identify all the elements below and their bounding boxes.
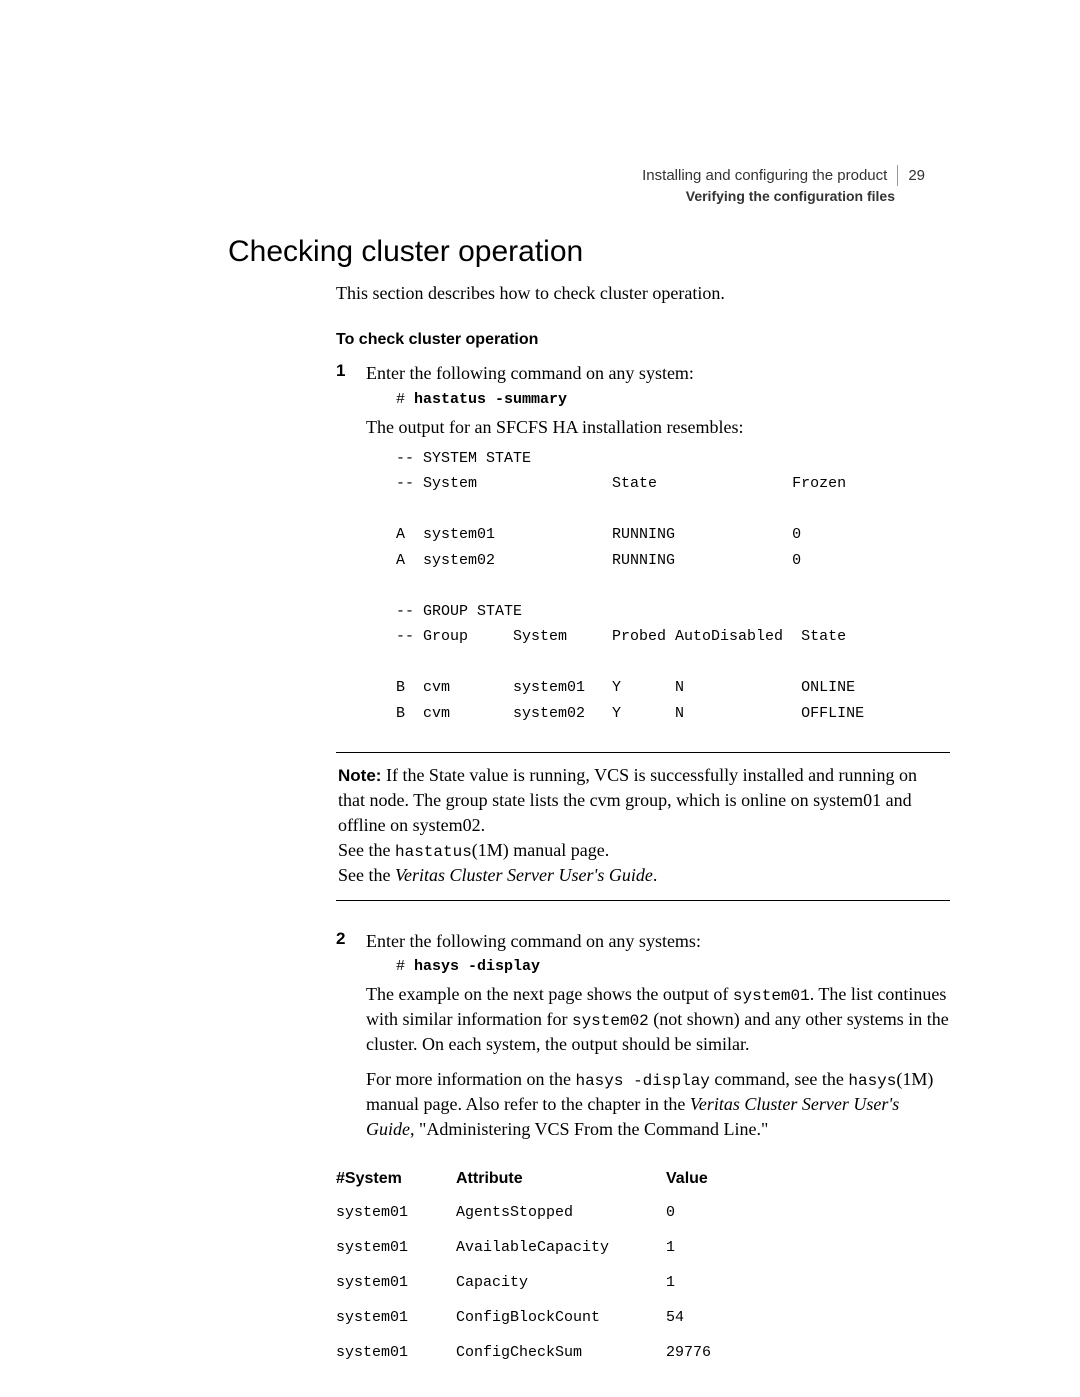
- step-body: Enter the following command on any syste…: [366, 929, 950, 1142]
- prompt: #: [396, 391, 414, 408]
- step-2-para-1: The example on the next page shows the o…: [366, 982, 950, 1057]
- table-row: system01 AgentsStopped 0: [336, 1204, 766, 1239]
- see-line-2: See the Veritas Cluster Server User's Gu…: [338, 863, 948, 888]
- step-1-text: Enter the following command on any syste…: [366, 363, 694, 383]
- step-2-text: Enter the following command on any syste…: [366, 931, 701, 951]
- step-2-para-2: For more information on the hasys -displ…: [366, 1067, 950, 1142]
- command-line: # hasys -display: [396, 957, 950, 978]
- chapter-title: Installing and configuring the product: [642, 165, 898, 186]
- heading: Checking cluster operation: [228, 235, 950, 269]
- intro-paragraph: This section describes how to check clus…: [228, 281, 950, 305]
- col-value: Value: [666, 1170, 766, 1204]
- running-header: Installing and configuring the product29…: [642, 165, 925, 207]
- col-attribute: Attribute: [456, 1170, 666, 1204]
- note-label: Note:: [338, 766, 381, 785]
- command-text: hastatus -summary: [414, 391, 567, 408]
- header-line-1: Installing and configuring the product29: [642, 165, 925, 186]
- content-body: Checking cluster operation This section …: [228, 165, 950, 1379]
- table-row: system01 AvailableCapacity 1: [336, 1239, 766, 1274]
- cmd-name: hastatus: [395, 843, 472, 861]
- step-number: 1: [336, 361, 366, 726]
- step-number: 2: [336, 929, 366, 1142]
- step-2: 2 Enter the following command on any sys…: [228, 929, 950, 1142]
- note-body: Note: If the State value is running, VCS…: [338, 763, 948, 837]
- step-body: Enter the following command on any syste…: [366, 361, 950, 726]
- command-output: -- SYSTEM STATE -- System State Frozen A…: [396, 446, 950, 727]
- col-system: #System: [336, 1170, 456, 1204]
- table-row: system01 ConfigCheckSum 29776: [336, 1344, 766, 1379]
- note-text: If the State value is running, VCS is su…: [338, 765, 917, 835]
- book-title: Veritas Cluster Server User's Guide: [395, 865, 653, 885]
- prompt: #: [396, 958, 414, 975]
- table-row: system01 ConfigBlockCount 54: [336, 1309, 766, 1344]
- attributes-table: #System Attribute Value system01 AgentsS…: [336, 1170, 766, 1379]
- page: Installing and configuring the product29…: [0, 0, 1080, 1397]
- see-line-1: See the hastatus(1M) manual page.: [338, 838, 948, 863]
- note-box: Note: If the State value is running, VCS…: [336, 752, 950, 900]
- command-text: hasys -display: [414, 958, 540, 975]
- command-line: # hastatus -summary: [396, 390, 950, 411]
- table-row: system01 Capacity 1: [336, 1274, 766, 1309]
- section-title: Verifying the configuration files: [642, 187, 925, 207]
- page-number: 29: [898, 167, 925, 184]
- table-header-row: #System Attribute Value: [336, 1170, 766, 1204]
- step-1: 1 Enter the following command on any sys…: [228, 361, 950, 726]
- output-label: The output for an SFCFS HA installation …: [366, 415, 950, 440]
- procedure-title: To check cluster operation: [228, 331, 950, 349]
